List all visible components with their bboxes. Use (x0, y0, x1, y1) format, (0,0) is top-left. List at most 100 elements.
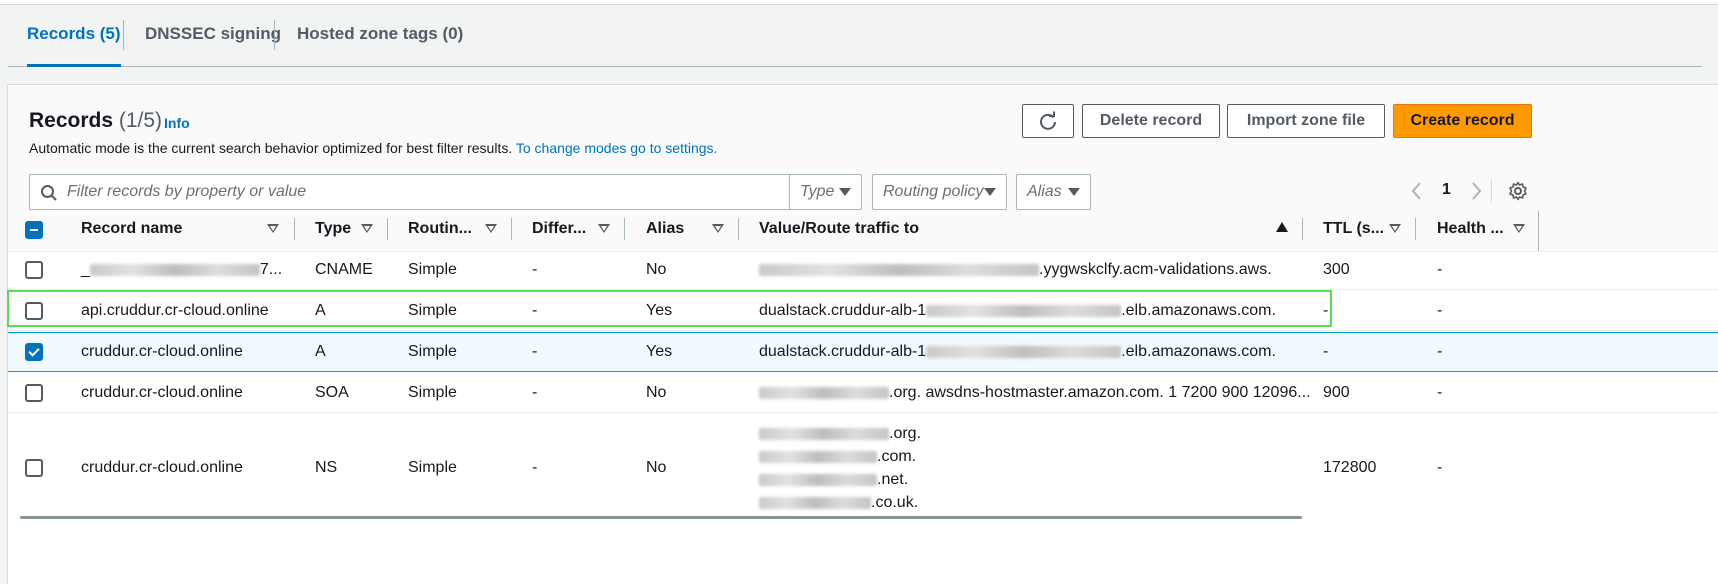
differentiator-cell: - (532, 459, 538, 476)
column-divider[interactable] (387, 218, 388, 240)
top-border (0, 0, 1718, 5)
routing-policy-filter-select[interactable]: Routing policy (872, 174, 1007, 210)
create-record-button[interactable]: Create record (1393, 104, 1532, 138)
differentiator-cell: - (532, 343, 538, 360)
health-cell: - (1437, 384, 1443, 401)
differentiator-cell: - (532, 302, 538, 319)
ttl-cell: 172800 (1323, 459, 1377, 476)
column-record-name[interactable]: Record name (81, 220, 182, 238)
health-cell: - (1437, 302, 1443, 319)
type-cell: A (315, 343, 326, 360)
search-placeholder: Filter records by property or value (67, 183, 307, 200)
selection-count: (1/5) (118, 109, 163, 132)
delete-record-button[interactable]: Delete record (1082, 104, 1220, 138)
health-cell: - (1437, 343, 1443, 360)
alias-cell: Yes (646, 343, 673, 360)
chevron-right-icon[interactable] (1469, 181, 1483, 201)
row-checkbox[interactable] (25, 459, 43, 477)
alias-cell: Yes (646, 302, 673, 319)
type-cell: SOA (315, 384, 349, 401)
title-text: Records (29, 109, 114, 132)
column-differentiator[interactable]: Differ... (532, 220, 586, 238)
tab-dnssec-signing[interactable]: DNSSEC signing (145, 14, 281, 66)
column-ttl[interactable]: TTL (s... (1323, 220, 1384, 238)
column-divider[interactable] (1302, 218, 1303, 240)
redacted-text (926, 304, 1122, 317)
caret-down-icon (839, 188, 851, 196)
alias-filter-select[interactable]: Alias (1016, 174, 1091, 210)
column-health-check[interactable]: Health ... (1437, 220, 1504, 238)
redacted-text (926, 345, 1122, 358)
column-divider[interactable] (1538, 211, 1539, 251)
settings-link[interactable]: To change modes go to settings. (516, 140, 718, 156)
ttl-cell: 300 (1323, 261, 1350, 278)
column-alias[interactable]: Alias (646, 220, 684, 238)
horizontal-scrollbar[interactable] (20, 516, 1302, 519)
import-zone-file-button[interactable]: Import zone file (1227, 104, 1385, 138)
row-checkbox[interactable] (25, 384, 43, 402)
redacted-text (759, 427, 889, 440)
page-number[interactable]: 1 (1442, 181, 1451, 199)
differentiator-cell: - (532, 384, 538, 401)
tab-divider (123, 20, 124, 50)
caret-down-icon (984, 188, 996, 196)
sort-icon[interactable] (361, 224, 373, 233)
redacted-text (759, 473, 877, 486)
type-filter-label: Type (800, 183, 835, 200)
column-divider[interactable] (738, 218, 739, 240)
ttl-cell: - (1323, 302, 1329, 319)
column-divider[interactable] (511, 218, 512, 240)
record-name-cell: cruddur.cr-cloud.online (81, 343, 243, 360)
tab-bar: Records (5) DNSSEC signing Hosted zone t… (8, 14, 1702, 67)
row-checkbox-checked[interactable] (25, 343, 43, 361)
sort-icon[interactable] (598, 224, 610, 233)
redacted-text (759, 496, 871, 509)
value-line-text: .org. (889, 425, 922, 442)
record-name-cell: api.cruddur.cr-cloud.online (81, 302, 269, 319)
value-prefix: dualstack.cruddur-alb-1 (759, 302, 927, 319)
info-link[interactable]: Info (164, 115, 190, 131)
type-cell: NS (315, 459, 338, 476)
column-divider[interactable] (1415, 218, 1416, 240)
refresh-button[interactable] (1022, 104, 1074, 138)
tab-records[interactable]: Records (5) (27, 14, 121, 67)
value-cell: .yygwskclfy.acm-validations.aws. (759, 261, 1272, 279)
sort-icon[interactable] (1513, 224, 1525, 233)
value-suffix: .yygwskclfy.acm-validations.aws. (1039, 261, 1272, 278)
sort-icon[interactable] (267, 224, 279, 233)
row-checkbox[interactable] (25, 261, 43, 279)
sort-ascending-icon[interactable] (1276, 222, 1288, 232)
value-cell-line: .net. (759, 471, 908, 489)
search-input[interactable]: Filter records by property or value (29, 174, 859, 210)
redacted-text (759, 386, 889, 399)
value-prefix: dualstack.cruddur-alb-1 (759, 343, 927, 360)
type-filter-select[interactable]: Type (789, 174, 862, 210)
health-cell: - (1437, 459, 1443, 476)
sort-icon[interactable] (485, 224, 497, 233)
select-all-checkbox[interactable] (25, 221, 43, 239)
value-line-text: .co.uk. (871, 494, 919, 511)
ttl-cell: 900 (1323, 384, 1350, 401)
gear-icon[interactable] (1508, 181, 1528, 201)
chevron-left-icon[interactable] (1410, 181, 1424, 201)
alias-cell: No (646, 459, 667, 476)
column-value[interactable]: Value/Route traffic to (759, 220, 919, 238)
value-cell: dualstack.cruddur-alb-1 .elb.amazonaws.co… (759, 302, 1276, 320)
column-divider[interactable] (294, 218, 295, 240)
column-divider[interactable] (624, 218, 625, 240)
sort-icon[interactable] (712, 224, 724, 233)
tab-hosted-zone-tags[interactable]: Hosted zone tags (0) (297, 14, 463, 66)
column-type[interactable]: Type (315, 220, 351, 238)
routing-cell: Simple (408, 302, 457, 319)
routing-policy-filter-label: Routing policy (883, 183, 984, 200)
record-name-cell: cruddur.cr-cloud.online (81, 459, 243, 476)
column-routing-policy[interactable]: Routin... (408, 220, 472, 238)
health-cell: - (1437, 261, 1443, 278)
value-suffix: .elb.amazonaws.com. (1121, 302, 1276, 319)
value-cell: .org. awsdns-hostmaster.amazon.com. 1 72… (759, 384, 1311, 402)
record-name-suffix: 7... (259, 261, 283, 278)
row-checkbox[interactable] (25, 302, 43, 320)
differentiator-cell: - (532, 261, 538, 278)
record-name-cell: _ 7... (81, 261, 283, 278)
sort-icon[interactable] (1389, 224, 1401, 233)
